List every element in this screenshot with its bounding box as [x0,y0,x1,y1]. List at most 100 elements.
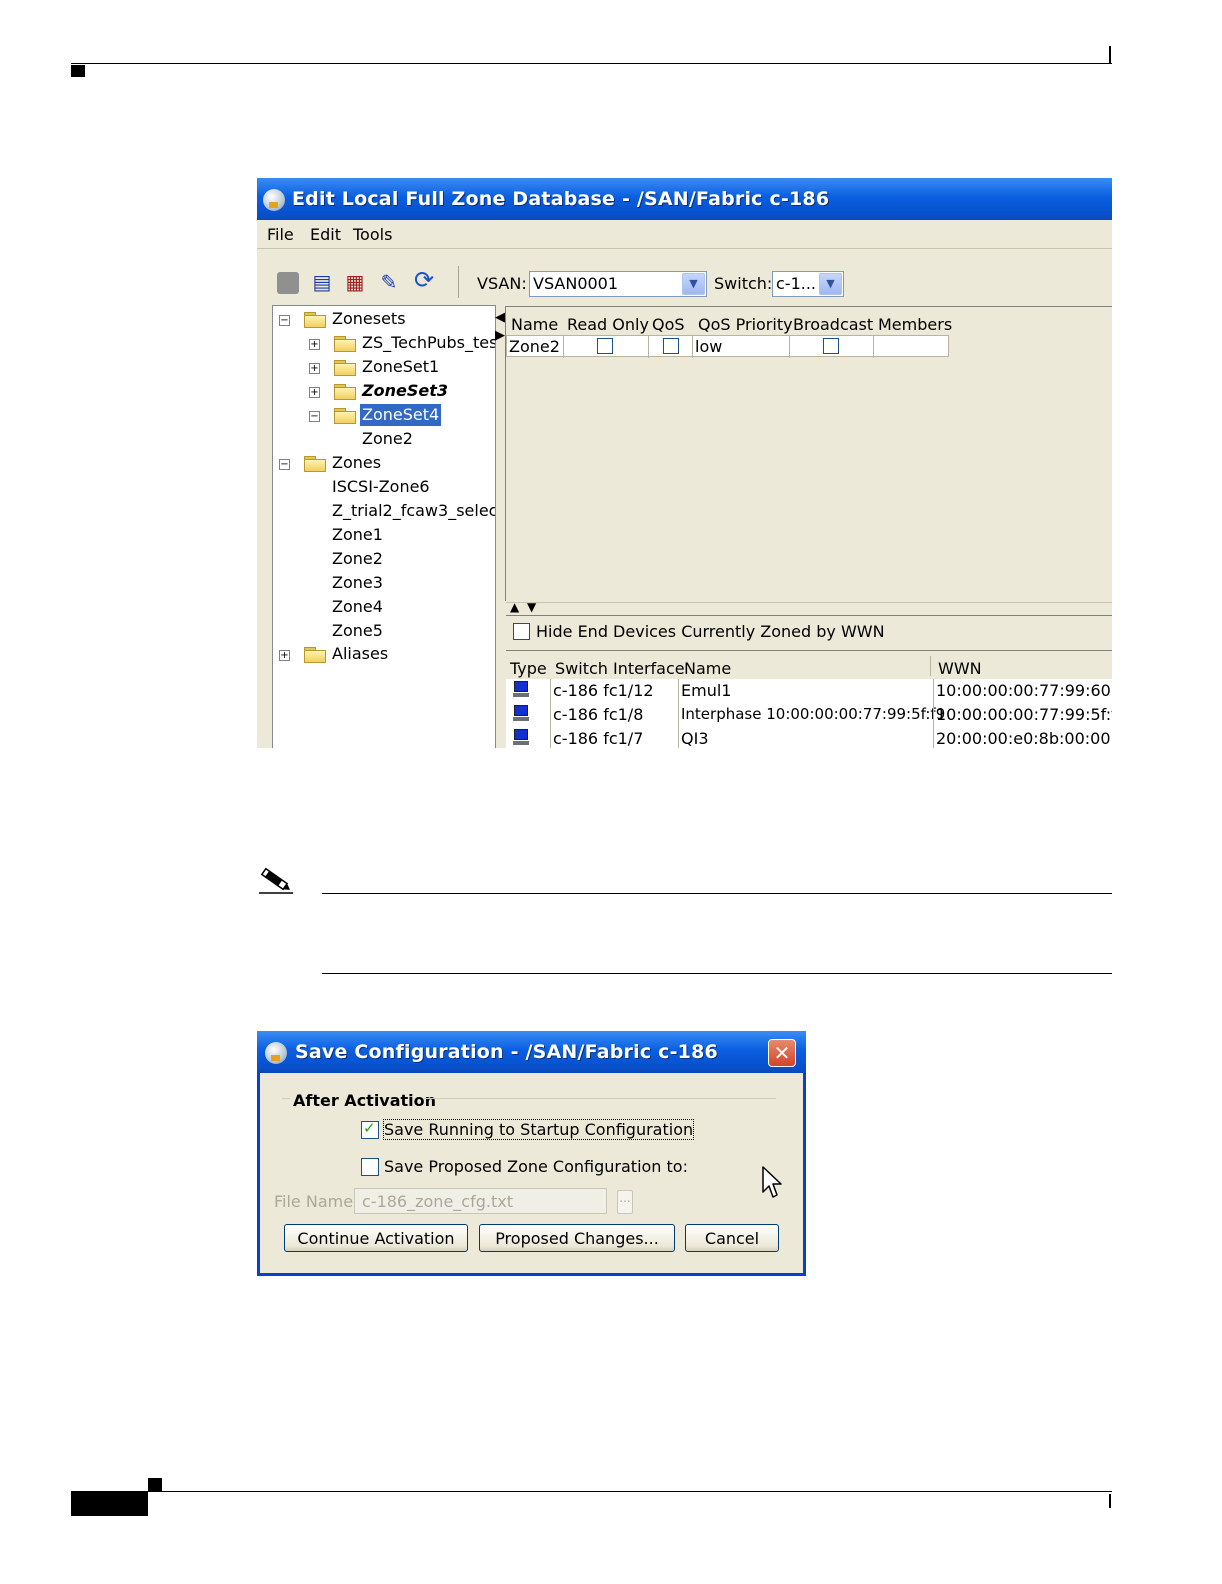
device-wwn: 10:00:00:00:77:99:60:0e [936,681,1112,700]
tree-zone-item[interactable]: Z_trial2_fcaw3_select [332,500,495,522]
menu-tools[interactable]: Tools [353,225,392,244]
save-dialog-titlebar[interactable]: Save Configuration - /SAN/Fabric c-186 ✕ [257,1031,806,1073]
insert-zone-icon[interactable]: ▤ [311,271,333,293]
tree-zoneset-techpubs[interactable]: ZS_TechPubs_tes [362,332,495,354]
save-proposed-checkbox[interactable] [361,1158,379,1176]
device-wwn: 10:00:00:00:77:99:5f:f9 [936,705,1112,724]
note-bottom-rule [322,973,1112,974]
tree-zonesets[interactable]: Zonesets [332,308,406,330]
save-running-label[interactable]: Save Running to Startup Configuration [382,1119,695,1140]
tree-aliases[interactable]: Aliases [332,643,388,665]
folder-icon [334,336,356,352]
footer-right-tick [1109,1494,1111,1508]
tree-zone-item[interactable]: Zone4 [332,596,383,618]
cell-divider [678,679,679,703]
col-broadcast[interactable]: Broadcast [793,315,873,334]
group-left-line [282,1098,290,1099]
folder-icon [334,384,356,400]
menu-file[interactable]: File [267,225,294,244]
cancel-button[interactable]: Cancel [685,1224,779,1252]
device-switch-interface: c-186 fc1/8 [553,705,644,724]
device-name: Emul1 [681,681,732,700]
tree-zone-item[interactable]: Zone3 [332,572,383,594]
device-icon [513,729,529,747]
col-members[interactable]: Members [878,315,952,334]
splitter-left-arrow-icon[interactable]: ◀ [495,311,505,324]
collapse-icon[interactable]: − [309,411,320,422]
zone-tree[interactable]: − Zonesets + ZS_TechPubs_tes + ZoneSet1 … [272,305,496,748]
collapse-icon[interactable]: − [279,315,290,326]
expand-icon[interactable]: + [309,387,320,398]
tree-zoneset4[interactable]: ZoneSet4 [360,404,442,426]
browse-button[interactable]: ... [617,1190,633,1214]
col-switch-interface[interactable]: Switch Interface [555,659,685,678]
app-icon [265,1042,287,1064]
tree-zones[interactable]: Zones [332,452,381,474]
chevron-down-icon[interactable]: ▼ [682,273,705,295]
header-divider [930,656,931,676]
col-read-only[interactable]: Read Only [567,315,649,334]
switch-label: Switch: [714,274,773,293]
zone-window-titlebar[interactable]: Edit Local Full Zone Database - /SAN/Fab… [257,178,1112,220]
tree-zone-item[interactable]: ISCSI-Zone6 [332,476,430,498]
save-config-dialog: Save Configuration - /SAN/Fabric c-186 ✕… [257,1031,806,1276]
hide-devices-checkbox[interactable] [513,623,530,640]
tree-zoneset4-zone2[interactable]: Zone2 [362,428,413,450]
tree-zone-item[interactable]: Zone1 [332,524,383,546]
expand-icon[interactable]: + [279,650,290,661]
collapse-icon[interactable]: − [279,459,290,470]
note-pencil-icon [259,867,293,894]
col-qos-priority[interactable]: QoS Priority [698,315,793,334]
cell-divider [692,336,693,358]
chevron-down-icon[interactable]: ▼ [819,273,842,295]
device-name: Interphase 10:00:00:00:77:99:5f:f9 [681,705,946,723]
table-row[interactable]: c-186 fc1/8 Interphase 10:00:00:00:77:99… [506,703,1112,728]
insert-member-icon[interactable]: ▦ [344,271,366,293]
tree-zone-item[interactable]: Zone2 [332,548,383,570]
vsan-select[interactable]: VSAN0001 ▼ [529,271,707,297]
close-button[interactable]: ✕ [768,1039,796,1067]
col-wwn[interactable]: WWN [938,659,982,678]
col-name[interactable]: Name [511,315,558,334]
folder-icon [334,360,356,376]
table-row[interactable]: c-186 fc1/12 Emul1 10:00:00:00:77:99:60:… [506,679,1112,704]
table-row[interactable]: c-186 fc1/7 QI3 20:00:00:e0:8b:00:00:00 [506,727,1112,748]
tree-zoneset1[interactable]: ZoneSet1 [362,356,439,378]
qos-checkbox[interactable] [663,338,679,354]
splitter-bar[interactable] [506,602,1112,616]
zone-row[interactable]: Zone2 low [506,335,949,358]
header-rule [71,63,1112,64]
tree-zoneset3[interactable]: ZoneSet3 [362,380,448,402]
zone-database-window: Edit Local Full Zone Database - /SAN/Fab… [257,178,1112,748]
col-device-name[interactable]: Name [684,659,731,678]
expand-icon[interactable]: + [309,363,320,374]
continue-activation-button[interactable]: Continue Activation [284,1224,468,1252]
splitter-up-arrow-icon[interactable]: ▲ [510,601,519,613]
cell-divider [648,336,649,358]
header-marker [71,65,85,77]
switch-select[interactable]: c-1... ▼ [772,271,844,297]
folder-icon [304,312,326,328]
folder-icon [304,647,326,663]
splitter-down-arrow-icon[interactable]: ▼ [527,601,536,613]
tree-zone-item[interactable]: Zone5 [332,620,383,642]
edit-icon[interactable]: ✎ [378,271,400,293]
proposed-changes-button[interactable]: Proposed Changes... [479,1224,675,1252]
splitter-right-arrow-icon[interactable]: ▶ [495,329,505,342]
vsan-label: VSAN: [477,274,527,293]
refresh-icon[interactable]: ⟳ [413,268,435,292]
read-only-checkbox[interactable] [597,338,613,354]
file-name-field[interactable]: c-186_zone_cfg.txt [354,1188,607,1214]
note-top-rule [322,893,1112,894]
footer-rule [148,1491,1112,1492]
col-qos[interactable]: QoS [652,315,685,334]
menu-edit[interactable]: Edit [310,225,341,244]
expand-icon[interactable]: + [309,339,320,350]
activate-icon[interactable] [277,272,299,294]
vsan-value: VSAN0001 [533,274,619,293]
save-running-checkbox[interactable] [361,1119,379,1139]
cell-divider [933,727,934,748]
col-type[interactable]: Type [510,659,547,678]
switch-value: c-1... [776,274,817,293]
broadcast-checkbox[interactable] [823,338,839,354]
